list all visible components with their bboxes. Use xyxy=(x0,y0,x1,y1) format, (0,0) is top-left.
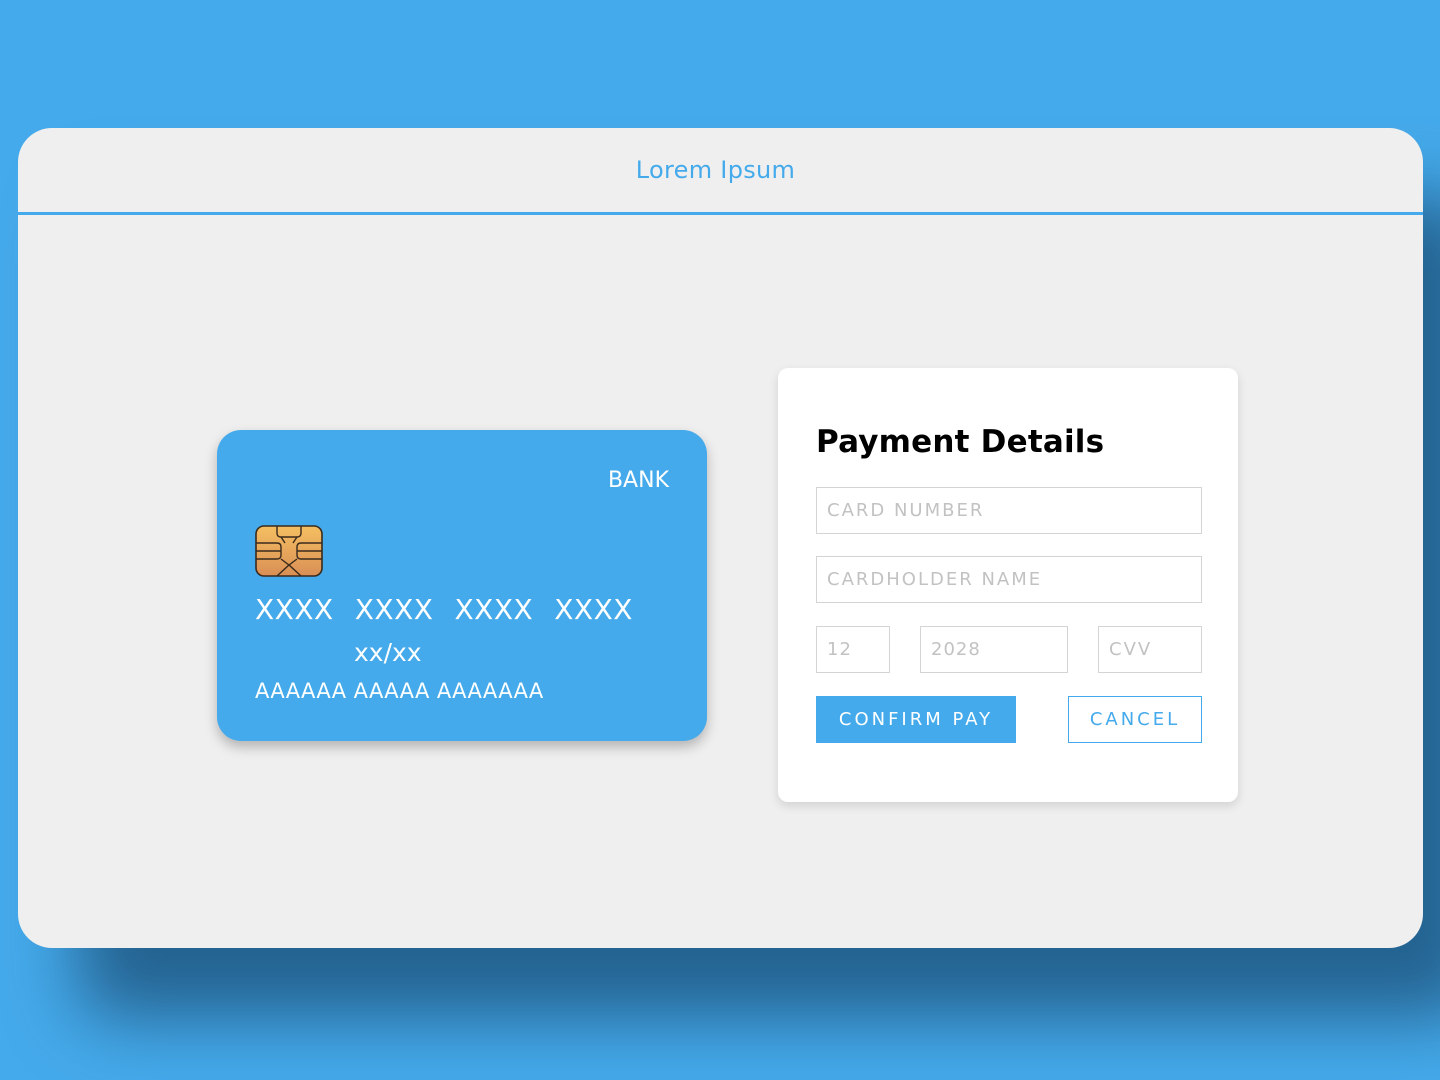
confirm-pay-button[interactable]: CONFIRM PAY xyxy=(816,696,1016,743)
panel-title: Payment Details xyxy=(816,424,1105,460)
window-title: Lorem Ipsum xyxy=(635,156,796,184)
window-header: Lorem Ipsum xyxy=(18,128,1423,215)
cvv-input[interactable]: CVV xyxy=(1098,626,1202,673)
card-number-group: XXXX xyxy=(454,593,534,626)
card-number-group: XXXX xyxy=(354,593,434,626)
card-number-display: XXXX XXXX XXXX XXXX xyxy=(255,593,633,626)
card-holder-display: AAAAAA AAAAA AAAAAAA xyxy=(255,679,544,703)
app-window: Lorem Ipsum BANK XXXX XXXX XXXX XXXX xx/… xyxy=(18,128,1423,948)
expiry-year-input[interactable]: 2028 xyxy=(920,626,1068,673)
card-number-input[interactable]: CARD NUMBER xyxy=(816,487,1202,534)
cancel-button[interactable]: CANCEL xyxy=(1068,696,1202,743)
cardholder-name-input[interactable]: CARDHOLDER NAME xyxy=(816,556,1202,603)
payment-details-panel: Payment Details CARD NUMBER CARDHOLDER N… xyxy=(778,368,1238,802)
card-bank-name: BANK xyxy=(607,468,669,493)
card-number-group: XXXX xyxy=(255,593,334,626)
chip-icon xyxy=(255,525,323,577)
card-number-group: XXXX xyxy=(554,593,633,626)
card-expiry-display: xx/xx xyxy=(354,638,422,667)
expiry-month-input[interactable]: 12 xyxy=(816,626,890,673)
credit-card-preview: BANK XXXX XXXX XXXX XXXX xx/xx AAAAAA AA… xyxy=(217,430,707,741)
